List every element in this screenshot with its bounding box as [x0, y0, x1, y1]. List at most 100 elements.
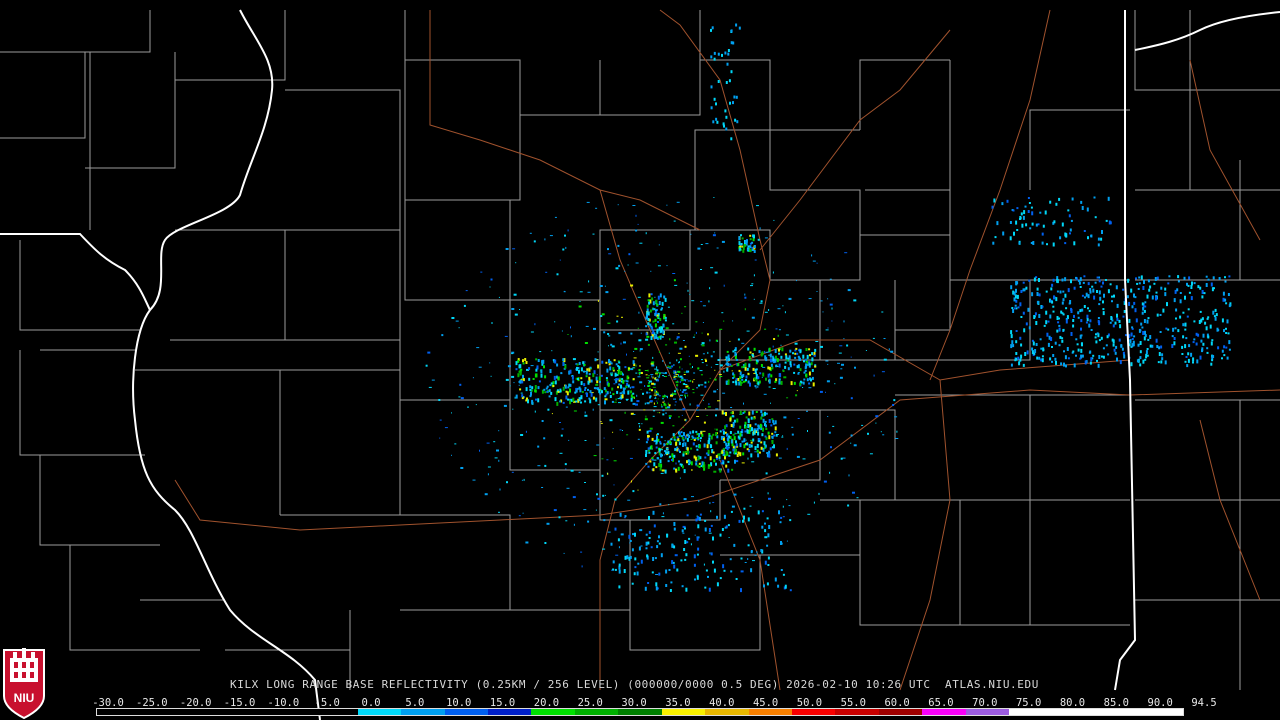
echo-pixel: [569, 383, 572, 387]
echo-pixel: [458, 327, 460, 329]
echo-pixel: [1184, 322, 1187, 327]
echo-pixel: [750, 568, 753, 573]
echo-pixel: [1144, 358, 1147, 361]
echo-pixel: [1146, 354, 1149, 357]
echo-pixel: [1149, 335, 1152, 339]
echo-pixel: [1080, 327, 1082, 331]
echo-pixel: [695, 430, 698, 433]
echo-pixel: [1192, 357, 1195, 362]
echo-pixel: [658, 463, 661, 468]
echo-pixel: [639, 374, 640, 376]
echo-pixel: [699, 513, 702, 516]
echo-pixel: [697, 547, 700, 551]
echo-pixel: [662, 413, 665, 416]
echo-pixel: [774, 577, 777, 582]
echo-pixel: [730, 411, 733, 414]
echo-pixel: [1022, 281, 1025, 284]
echo-pixel: [618, 569, 621, 574]
echo-pixel: [1044, 210, 1047, 215]
echo-pixel: [764, 435, 767, 438]
echo-pixel: [768, 453, 771, 458]
echo-pixel: [1011, 340, 1014, 345]
echo-pixel: [657, 378, 659, 381]
echo-pixel: [1079, 334, 1082, 339]
echo-pixel: [1031, 350, 1034, 355]
echo-pixel: [766, 582, 769, 586]
echo-pixel: [608, 363, 611, 366]
echo-pixel: [653, 402, 655, 405]
echo-pixel: [1105, 279, 1107, 281]
echo-pixel: [1159, 331, 1162, 333]
echo-pixel: [1187, 352, 1190, 356]
echo-pixel: [640, 332, 642, 334]
echo-pixel: [674, 554, 678, 557]
echo-pixel: [683, 394, 686, 397]
echo-pixel: [770, 402, 771, 404]
echo-pixel: [742, 452, 745, 456]
echo-pixel: [653, 406, 657, 408]
echo-pixel: [1193, 282, 1196, 285]
echo-pixel: [451, 412, 452, 414]
echo-pixel: [657, 391, 659, 394]
echo-pixel: [499, 488, 501, 491]
echo-pixel: [519, 388, 522, 391]
echo-pixel: [768, 347, 771, 352]
echo-pixel: [539, 351, 542, 353]
echo-pixel: [541, 360, 544, 364]
echo-pixel: [791, 433, 794, 436]
echo-pixel: [1212, 355, 1215, 358]
echo-pixel: [1112, 343, 1115, 347]
echo-pixel: [580, 401, 582, 404]
echo-pixel: [662, 401, 665, 403]
echo-pixel: [592, 373, 595, 378]
echo-pixel: [608, 253, 612, 255]
echo-pixel: [1100, 336, 1103, 340]
echo-pixel: [540, 369, 543, 374]
echo-pixel: [1172, 327, 1175, 332]
echo-pixel: [753, 428, 756, 431]
echo-pixel: [541, 420, 544, 422]
echo-pixel: [762, 372, 765, 377]
county-line: [895, 395, 1031, 501]
echo-pixel: [684, 306, 687, 308]
echo-pixel: [1158, 352, 1161, 356]
echo-pixel: [1182, 323, 1185, 327]
echo-pixel: [699, 370, 703, 372]
echo-pixel: [717, 340, 719, 342]
echo-pixel: [782, 305, 784, 307]
echo-pixel: [1226, 319, 1229, 324]
echo-pixel: [726, 62, 729, 66]
echo-pixel: [1041, 358, 1044, 363]
echo-pixel: [1071, 197, 1074, 201]
echo-pixel: [708, 587, 711, 592]
echo-pixel: [570, 326, 571, 329]
echo-pixel: [680, 379, 684, 382]
echo-pixel: [665, 584, 668, 587]
echo-pixel: [427, 351, 431, 354]
echo-pixel: [690, 438, 693, 440]
echo-pixel: [742, 246, 745, 251]
echo-pixel: [633, 357, 637, 359]
echo-pixel: [1017, 306, 1020, 309]
echo-pixel: [698, 465, 701, 468]
echo-pixel: [581, 565, 583, 568]
state-line-ohio-river: [1134, 11, 1280, 51]
echo-pixel: [767, 556, 770, 560]
echo-pixel: [777, 584, 780, 588]
echo-pixel: [730, 29, 733, 33]
echo-pixel: [626, 353, 627, 356]
echo-pixel: [1112, 324, 1115, 328]
echo-pixel: [1027, 197, 1030, 199]
echo-pixel: [673, 375, 676, 377]
scale-swatch: [661, 709, 706, 715]
echo-pixel: [711, 495, 714, 497]
echo-pixel: [1051, 300, 1054, 304]
echo-pixel: [727, 524, 730, 527]
echo-pixel: [713, 97, 716, 101]
echo-pixel: [772, 345, 774, 348]
echo-pixel: [722, 429, 725, 432]
echo-pixel: [831, 307, 833, 310]
echo-pixel: [1079, 286, 1082, 288]
echo-pixel: [1160, 286, 1163, 290]
echo-pixel: [692, 380, 694, 383]
